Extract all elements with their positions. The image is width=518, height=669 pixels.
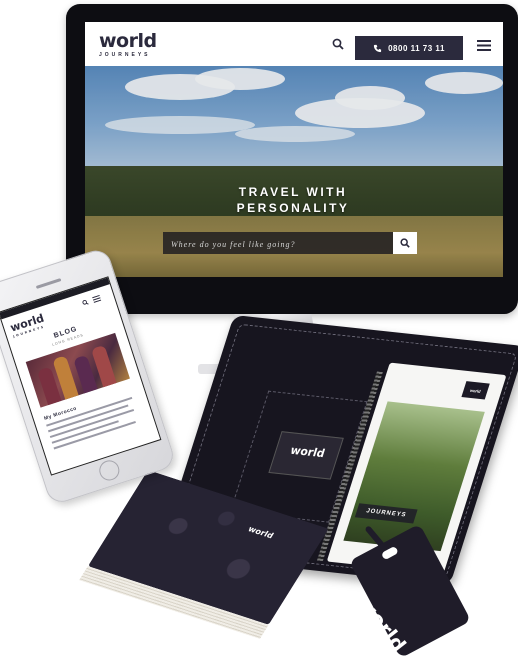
business-card: world [268,431,344,480]
call-button-label: 0800 11 73 11 [388,43,445,53]
hero-headline: TRAVEL WITH PERSONALITY [213,184,373,216]
tag-logo: world JOURNEYS [348,591,411,657]
phone-speaker [35,278,62,289]
search-icon [400,238,410,248]
website-screen: world JOURNEYS 0800 11 73 11 TRAVEL WITH… [85,22,503,277]
search-icon[interactable] [82,299,90,307]
search-icon[interactable] [332,38,344,50]
search-submit-button[interactable] [393,232,417,254]
site-logo[interactable]: world JOURNEYS [99,30,157,59]
notebook-logo: world [461,381,490,400]
headline-line-1: TRAVEL WITH [238,185,348,199]
logo-sub: JOURNEYS [99,52,151,58]
hero-banner: TRAVEL WITH PERSONALITY [85,66,503,277]
headline-line-2: PERSONALITY [236,201,350,215]
home-button[interactable] [96,457,122,484]
phone-body: world JOURNEYS BLOG LONG READS My Morocc… [0,246,178,507]
logo-word: world [99,30,157,52]
phone-icon [374,44,382,52]
card-logo: world [288,443,327,461]
call-button[interactable]: 0800 11 73 11 [355,36,463,60]
hero-search-bar [163,232,417,254]
phone-screen: world JOURNEYS BLOG LONG READS My Morocc… [0,276,162,476]
destination-search-input[interactable] [169,235,383,253]
site-header: world JOURNEYS 0800 11 73 11 [85,22,503,66]
mobile-logo[interactable]: world JOURNEYS [9,312,47,339]
hamburger-menu-icon[interactable] [477,40,491,51]
hamburger-menu-icon[interactable] [92,294,102,303]
